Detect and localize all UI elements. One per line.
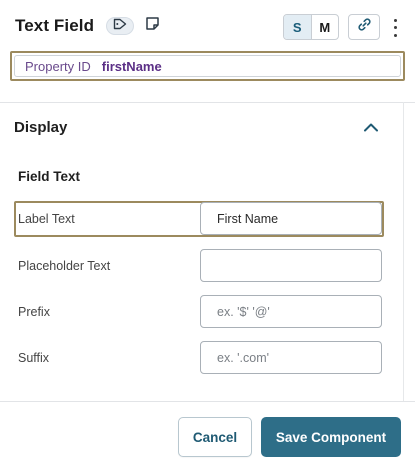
kebab-menu-icon[interactable] — [388, 17, 402, 39]
label-text-input[interactable]: First Name — [200, 202, 382, 235]
placeholder-text-input[interactable] — [200, 249, 382, 282]
scroll-track — [403, 102, 404, 402]
save-component-button[interactable]: Save Component — [261, 417, 401, 457]
size-s-button[interactable]: S — [284, 15, 312, 39]
tag-button[interactable] — [106, 17, 134, 35]
label-text-label: Label Text — [18, 212, 75, 226]
property-id-highlight: Property ID firstName — [10, 51, 405, 81]
note-icon — [145, 16, 160, 36]
chevron-up-icon — [363, 119, 379, 137]
suffix-input[interactable]: ex. '.com' — [200, 341, 382, 374]
suffix-row: Suffix ex. '.com' — [14, 340, 384, 376]
size-m-button[interactable]: M — [312, 15, 339, 39]
suffix-label: Suffix — [18, 351, 50, 365]
component-settings-panel: Text Field S M Property ID firstName Dis… — [0, 0, 415, 464]
property-id-field[interactable]: Property ID firstName — [14, 55, 401, 77]
placeholder-text-label: Placeholder Text — [18, 259, 111, 273]
property-id-value: firstName — [101, 58, 162, 74]
tag-icon — [113, 17, 127, 35]
panel-header: Text Field S M Property ID firstName — [0, 0, 415, 100]
placeholder-text-row: Placeholder Text — [14, 248, 384, 284]
field-text-heading: Field Text — [18, 169, 81, 184]
display-collapse-button[interactable] — [362, 120, 380, 136]
note-button[interactable] — [144, 16, 160, 36]
cancel-button[interactable]: Cancel — [178, 417, 252, 457]
link-button[interactable] — [348, 14, 380, 40]
prefix-row: Prefix ex. '$' '@' — [14, 294, 384, 330]
component-title: Text Field — [15, 16, 95, 35]
footer-divider — [0, 401, 415, 402]
label-text-row: Label Text First Name — [14, 201, 384, 237]
property-id-label: Property ID — [25, 58, 91, 74]
prefix-label: Prefix — [18, 305, 50, 319]
display-section-title: Display — [14, 119, 68, 136]
header-divider — [0, 102, 415, 103]
prefix-input[interactable]: ex. '$' '@' — [200, 295, 382, 328]
link-icon — [357, 17, 372, 37]
size-toggle-group: S M — [283, 14, 339, 40]
